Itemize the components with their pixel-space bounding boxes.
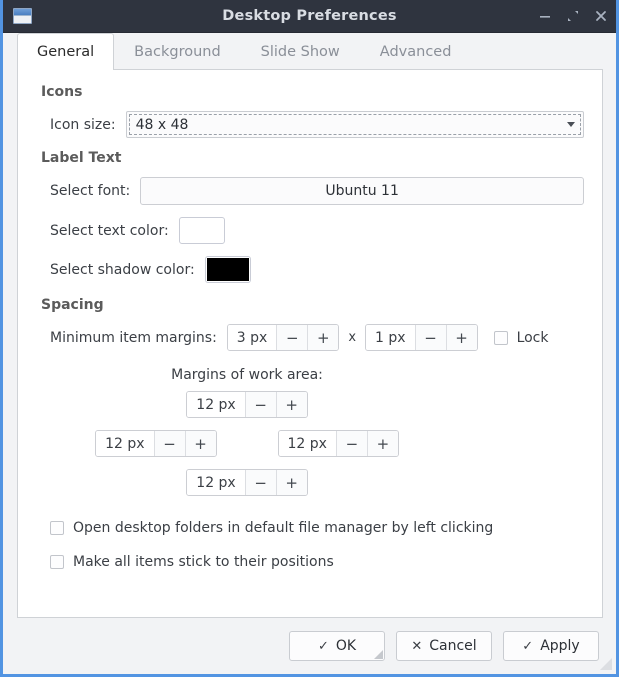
cancel-button[interactable]: ✕ Cancel [396,631,492,661]
stick-items-label: Make all items stick to their positions [73,554,334,570]
work-area-right-decrement-button[interactable]: − [336,431,367,456]
work-area-bottom-increment-button[interactable]: + [276,470,307,495]
select-font-label: Select font: [50,183,130,199]
work-area-top-stepper[interactable]: 12 px − + [186,391,307,418]
work-area-left-increment-button[interactable]: + [185,431,216,456]
margin-x-decrement-button[interactable]: − [276,325,307,350]
work-area-bottom-value[interactable]: 12 px [187,470,244,495]
select-shadow-color-row: Select shadow color: [36,256,584,283]
margin-y-increment-button[interactable]: + [446,325,477,350]
tab-advanced[interactable]: Advanced [360,33,472,69]
lock-checkbox[interactable]: Lock [494,330,549,346]
general-tab-panel: Icons Icon size: 48 x 48 Label Text Sele… [17,69,603,618]
text-color-swatch [181,219,223,242]
options-group: Open desktop folders in default file man… [50,520,584,570]
select-font-value: Ubuntu 11 [325,183,399,199]
open-desktop-folders-label: Open desktop folders in default file man… [73,520,493,536]
check-icon: ✓ [318,639,329,654]
work-area-right-increment-button[interactable]: + [367,431,398,456]
close-icon[interactable] [594,9,608,23]
close-x-icon: ✕ [411,639,422,654]
ok-button[interactable]: ✓ OK [289,631,385,661]
minimum-item-margins-label: Minimum item margins: [50,330,217,346]
desktop-preferences-window: Desktop Preferences General Backg [0,0,619,677]
margin-x-increment-button[interactable]: + [307,325,338,350]
check-icon: ✓ [522,639,533,654]
icon-size-value: 48 x 48 [136,117,189,133]
margin-y-stepper[interactable]: 1 px − + [365,324,478,351]
open-desktop-folders-checkbox-box [50,521,64,535]
tab-bar: General Background Slide Show Advanced [3,33,616,69]
tab-general-label: General [37,44,94,60]
window-controls [538,9,608,23]
margin-x-value[interactable]: 3 px [228,325,277,350]
icon-size-row: Icon size: 48 x 48 [36,111,584,138]
section-title-label-text: Label Text [41,150,584,166]
work-area-bottom-decrement-button[interactable]: − [245,470,276,495]
stick-items-checkbox[interactable]: Make all items stick to their positions [50,554,584,570]
chevron-down-icon [567,122,575,127]
section-title-spacing: Spacing [41,297,584,313]
work-area-top-decrement-button[interactable]: − [245,392,276,417]
work-area-middle-row: 12 px − + 12 px − + [95,430,399,457]
minimum-item-margins-row: Minimum item margins: 3 px − + x 1 px − … [36,324,584,351]
margins-separator: x [348,330,356,345]
tab-slide-show[interactable]: Slide Show [241,33,360,69]
select-text-color-label: Select text color: [50,223,169,239]
select-shadow-color-label: Select shadow color: [50,262,195,278]
icon-size-label: Icon size: [50,117,116,133]
work-area-right-value[interactable]: 12 px [279,431,336,456]
dialog-action-bar: ✓ OK ✕ Cancel ✓ Apply [3,618,616,674]
window-preferences-icon [13,8,32,24]
ok-button-label: OK [336,638,356,654]
work-area-right-stepper[interactable]: 12 px − + [278,430,399,457]
window-title: Desktop Preferences [3,8,616,24]
stick-items-checkbox-box [50,555,64,569]
tab-slide-show-label: Slide Show [261,44,340,60]
work-area-top-increment-button[interactable]: + [276,392,307,417]
section-title-icons: Icons [41,84,584,100]
work-area-top-value[interactable]: 12 px [187,392,244,417]
tab-background[interactable]: Background [114,33,241,69]
icon-size-select[interactable]: 48 x 48 [126,111,584,138]
margins-of-work-area-label: Margins of work area: [36,367,584,383]
select-text-color-row: Select text color: [36,217,584,244]
work-area-left-decrement-button[interactable]: − [154,431,185,456]
shadow-color-swatch [207,258,249,281]
tab-background-label: Background [134,44,221,60]
tab-advanced-label: Advanced [380,44,452,60]
work-area-left-stepper[interactable]: 12 px − + [95,430,216,457]
select-font-row: Select font: Ubuntu 11 [36,177,584,205]
tab-general[interactable]: General [17,33,114,70]
shadow-color-swatch-button[interactable] [205,256,251,283]
work-area-left-value[interactable]: 12 px [96,431,153,456]
lock-checkbox-box [494,331,508,345]
open-desktop-folders-checkbox[interactable]: Open desktop folders in default file man… [50,520,584,536]
titlebar[interactable]: Desktop Preferences [3,0,616,33]
text-color-swatch-button[interactable] [179,217,225,244]
margin-y-decrement-button[interactable]: − [415,325,446,350]
cancel-button-label: Cancel [429,638,476,654]
minimize-icon[interactable] [538,9,552,23]
margin-x-stepper[interactable]: 3 px − + [227,324,340,351]
lock-checkbox-label: Lock [517,330,549,346]
work-area-margins-group: 12 px − + 12 px − + 12 px − + 12 px − [36,391,584,496]
apply-button[interactable]: ✓ Apply [503,631,599,661]
margin-y-value[interactable]: 1 px [366,325,415,350]
select-font-button[interactable]: Ubuntu 11 [140,177,584,205]
apply-button-label: Apply [540,638,580,654]
work-area-bottom-stepper[interactable]: 12 px − + [186,469,307,496]
maximize-icon[interactable] [566,9,580,23]
